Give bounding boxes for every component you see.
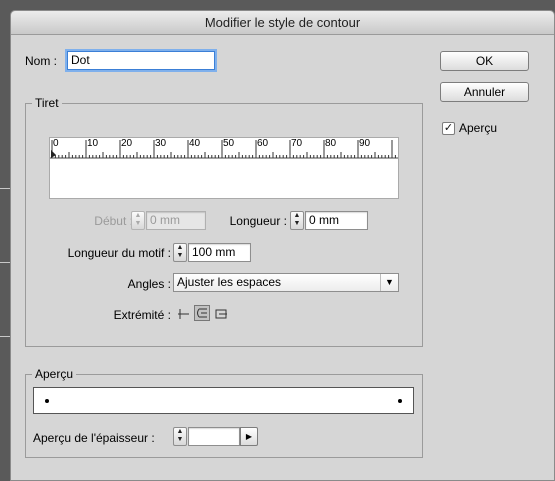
length-stepper[interactable]: ▲ ▼ <box>290 211 304 230</box>
name-label: Nom : <box>25 54 58 68</box>
start-label: Début : <box>94 214 133 228</box>
preview-checkbox-label: Aperçu <box>459 121 498 135</box>
cancel-button[interactable]: Annuler <box>440 82 529 102</box>
stepper-up-icon[interactable]: ▲ <box>174 244 186 252</box>
preview-group-title: Aperçu <box>32 367 77 381</box>
start-stepper: ▲ ▼ <box>131 211 145 230</box>
dropdown-arrow-icon[interactable]: ▼ <box>380 274 398 291</box>
ruler-tick-label: 20 <box>121 138 133 149</box>
preview-thickness-stepper[interactable]: ▲ ▼ <box>173 427 187 446</box>
dash-ruler[interactable]: 0 10 20 30 40 50 60 70 80 90 <box>49 137 399 199</box>
stepper-down-icon[interactable]: ▼ <box>174 252 186 260</box>
ruler-tick-label: 70 <box>291 138 303 149</box>
preview-thickness-input[interactable] <box>188 427 240 446</box>
background-line <box>0 262 10 263</box>
name-input[interactable]: Dot <box>67 51 215 70</box>
pattern-length-label: Longueur du motif : <box>67 246 171 260</box>
butt-cap-icon[interactable] <box>176 306 192 322</box>
ok-button[interactable]: OK <box>440 51 529 71</box>
preview-dot <box>398 399 402 403</box>
corners-select[interactable]: Ajuster les espaces ▼ <box>173 273 399 292</box>
ruler-tick-label: 90 <box>359 138 371 149</box>
dash-group-title: Tiret <box>32 96 62 110</box>
projecting-cap-icon[interactable] <box>213 306 229 322</box>
stroke-preview <box>33 387 414 414</box>
background-line <box>0 336 10 337</box>
ruler-tick-label: 0 <box>53 138 59 149</box>
pattern-length-input[interactable]: 100 mm <box>188 243 251 262</box>
stepper-up-icon[interactable]: ▲ <box>174 428 186 436</box>
start-input: 0 mm <box>146 211 206 230</box>
pattern-length-stepper[interactable]: ▲ ▼ <box>173 243 187 262</box>
round-cap-icon[interactable] <box>194 305 210 321</box>
ruler-tick-label: 80 <box>325 138 337 149</box>
dialog-title: Modifier le style de contour <box>11 11 554 35</box>
preview-checkbox[interactable]: ✓ <box>442 122 455 135</box>
preview-dot <box>45 399 49 403</box>
stepper-down-icon[interactable]: ▼ <box>291 220 303 228</box>
corners-select-value: Ajuster les espaces <box>177 275 282 289</box>
corners-label: Angles : <box>127 277 171 291</box>
length-input[interactable]: 0 mm <box>305 211 368 230</box>
background-line <box>0 188 10 189</box>
cap-label: Extrémité : <box>113 308 171 322</box>
preview-thickness-label: Aperçu de l'épaisseur : <box>33 431 155 445</box>
ruler-tick-label: 50 <box>223 138 235 149</box>
preview-thickness-menu-button[interactable]: ▶ <box>240 427 258 446</box>
round-cap-graphic <box>197 308 207 318</box>
stepper-up-icon[interactable]: ▲ <box>291 212 303 220</box>
ruler-tick-label: 10 <box>87 138 99 149</box>
ruler-tick-label: 30 <box>155 138 167 149</box>
modify-stroke-style-dialog: Modifier le style de contour Nom : Dot O… <box>10 10 555 481</box>
projecting-cap-graphic <box>215 309 227 319</box>
length-label: Longueur : <box>229 214 287 228</box>
stepper-down-icon[interactable]: ▼ <box>174 436 186 444</box>
stepper-down-icon: ▼ <box>134 220 142 227</box>
ruler-tick-label: 60 <box>257 138 269 149</box>
ruler-tick-label: 40 <box>189 138 201 149</box>
stepper-up-icon: ▲ <box>134 212 142 219</box>
butt-cap-graphic <box>178 309 189 319</box>
